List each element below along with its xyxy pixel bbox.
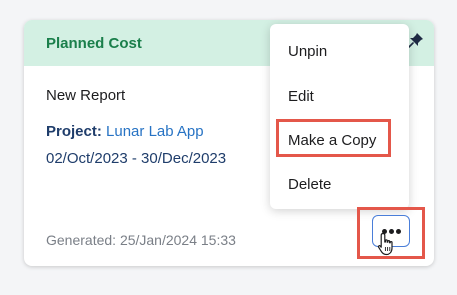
project-link[interactable]: Lunar Lab App: [106, 123, 204, 140]
menu-item-unpin[interactable]: Unpin: [288, 43, 327, 60]
generated-timestamp: Generated: 25/Jan/2024 15:33: [46, 232, 236, 248]
make-a-copy-highlight: [276, 119, 391, 157]
hand-pointer-cursor-icon: [377, 232, 393, 256]
project-label: Project:: [46, 123, 102, 140]
pin-icon[interactable]: [408, 32, 424, 48]
card-title: Planned Cost: [46, 35, 142, 52]
project-line: Project: Lunar Lab App: [46, 123, 204, 140]
menu-item-edit[interactable]: Edit: [288, 88, 314, 105]
menu-item-delete[interactable]: Delete: [288, 176, 331, 193]
report-name: New Report: [46, 87, 126, 104]
date-range: 02/Oct/2023 - 30/Dec/2023: [46, 150, 227, 167]
context-menu: Unpin Edit Make a Copy Delete: [270, 24, 409, 209]
